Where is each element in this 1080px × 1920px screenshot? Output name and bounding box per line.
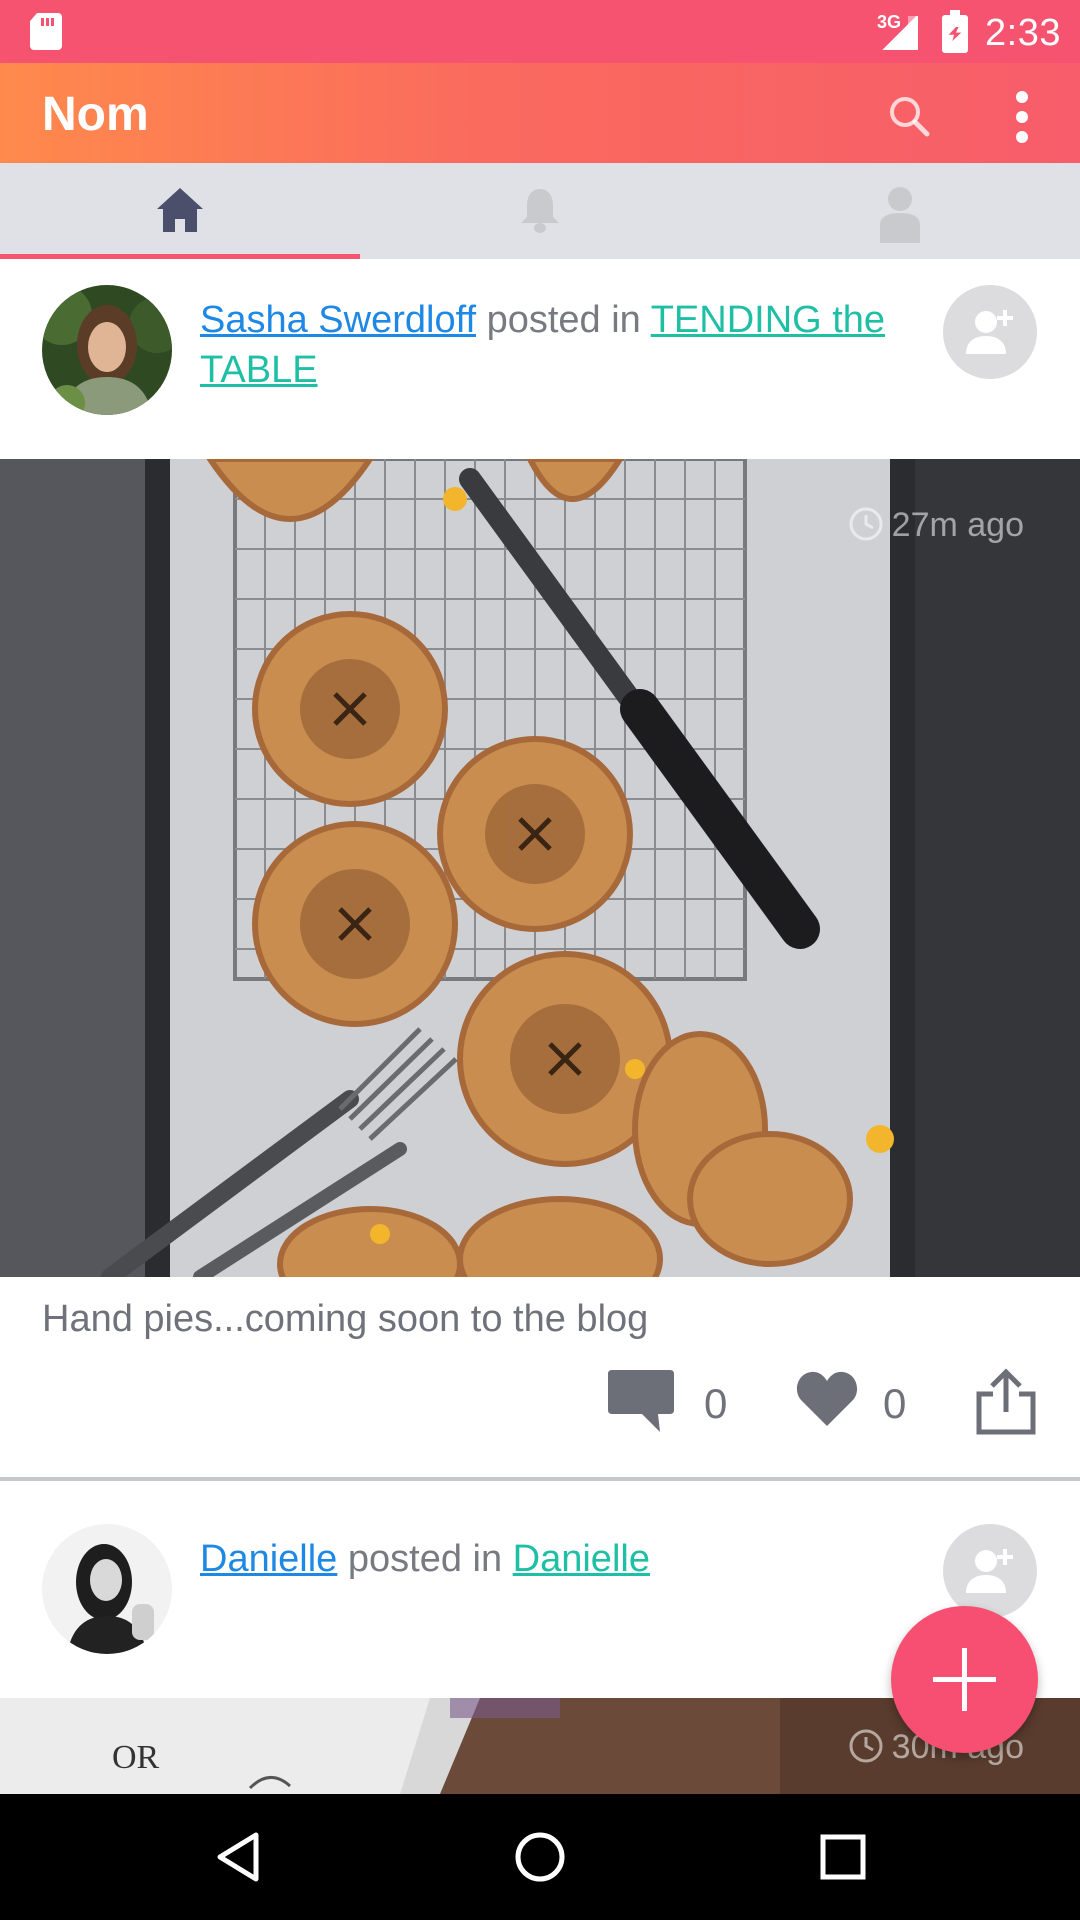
- timestamp-text: 27m ago: [891, 506, 1024, 544]
- sd-card-icon: [30, 13, 62, 50]
- post-byline: Danielle posted in Danielle: [200, 1534, 900, 1584]
- avatar[interactable]: [42, 285, 172, 415]
- more-vert-icon: [1016, 91, 1028, 103]
- share-button[interactable]: [973, 1366, 1039, 1441]
- post-byline: Sasha Swerdloff posted in TENDING the TA…: [200, 295, 900, 395]
- add-person-icon: [966, 1549, 1013, 1593]
- recents-button[interactable]: [813, 1827, 873, 1887]
- posted-in-text: posted in: [337, 1538, 513, 1580]
- svg-text:OR: OR: [112, 1739, 160, 1776]
- person-icon: [880, 187, 920, 243]
- like-button[interactable]: [795, 1368, 859, 1433]
- avatar[interactable]: [42, 1524, 172, 1654]
- screen: 3G 2:33 Nom: [0, 0, 1080, 1920]
- tab-notifications[interactable]: [360, 163, 720, 259]
- recents-icon: [820, 1834, 866, 1880]
- clock: 2:33: [985, 12, 1061, 54]
- tab-home[interactable]: [0, 163, 360, 259]
- more-options-button[interactable]: [998, 85, 1046, 149]
- post-divider: [0, 1477, 1080, 1481]
- author-link[interactable]: Danielle: [200, 1538, 337, 1580]
- app-bar: Nom: [0, 63, 1080, 163]
- new-post-button[interactable]: [891, 1606, 1038, 1753]
- home-icon: [157, 188, 203, 232]
- comment-count: 0: [704, 1380, 728, 1427]
- back-button[interactable]: [210, 1827, 270, 1887]
- signal-icon: [880, 16, 918, 50]
- post-image[interactable]: 27m ago: [0, 459, 1080, 1277]
- post-caption: Hand pies...coming soon to the blog: [42, 1298, 649, 1340]
- heart-icon: [796, 1371, 858, 1426]
- follow-button[interactable]: [943, 285, 1037, 379]
- plus-icon: [933, 1648, 996, 1711]
- clock-icon: [849, 507, 883, 541]
- post-timestamp: 27m ago: [848, 506, 1024, 545]
- battery-charging-icon: [942, 10, 968, 53]
- post-actions: 0 0: [0, 1366, 1080, 1446]
- status-bar: 3G 2:33: [0, 0, 1080, 63]
- comment-icon: [608, 1370, 674, 1432]
- channel-link[interactable]: Danielle: [513, 1538, 650, 1580]
- bell-icon: [521, 189, 559, 233]
- navigation-bar: [0, 1794, 1080, 1920]
- home-circle-icon: [515, 1832, 565, 1882]
- home-nav-button[interactable]: [510, 1827, 570, 1887]
- posted-in-text: posted in: [476, 299, 651, 341]
- add-person-icon: [966, 310, 1013, 354]
- tab-bar: [0, 163, 1080, 259]
- like-count: 0: [883, 1380, 907, 1427]
- follow-button[interactable]: [943, 1524, 1037, 1618]
- post-header: Sasha Swerdloff posted in TENDING the TA…: [0, 259, 1080, 454]
- search-button[interactable]: [880, 87, 940, 147]
- back-icon: [217, 1832, 259, 1882]
- clock-icon: [849, 1729, 883, 1763]
- search-icon: [890, 97, 930, 137]
- share-icon: [976, 1368, 1036, 1435]
- tab-profile[interactable]: [720, 163, 1080, 259]
- author-link[interactable]: Sasha Swerdloff: [200, 299, 476, 341]
- comment-button[interactable]: [606, 1366, 676, 1439]
- app-title: Nom: [42, 88, 149, 141]
